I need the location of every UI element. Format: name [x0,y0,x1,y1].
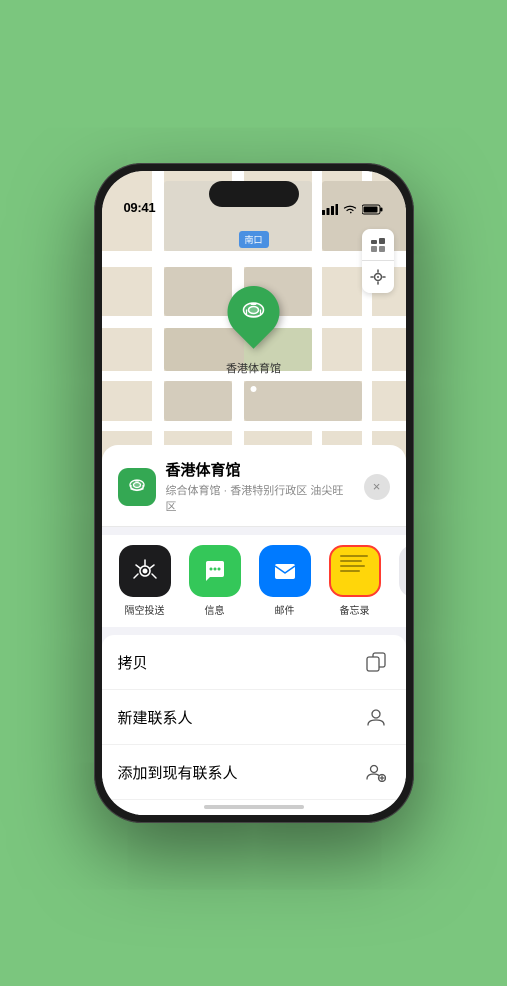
add-contact-icon [362,758,390,786]
phone-frame: 09:41 [94,163,414,823]
map-type-button[interactable] [362,229,394,261]
location-name: 香港体育馆 [166,459,354,480]
map-entrance-label: 南口 [238,231,268,248]
share-item-notes[interactable]: 备忘录 [324,545,386,617]
share-row: 隔空投送 信息 [102,535,406,627]
notes-label: 备忘录 [340,602,370,617]
location-subtitle: 综合体育馆 · 香港特别行政区 油尖旺区 [166,482,354,514]
status-icons [322,204,384,215]
action-add-contact[interactable]: 添加到现有联系人 [102,745,406,800]
airdrop-icon [119,545,171,597]
share-item-airdrop[interactable]: 隔空投送 [114,545,176,617]
phone-screen: 09:41 [102,171,406,815]
share-item-mail[interactable]: 邮件 [254,545,316,617]
action-copy[interactable]: 拷贝 [102,635,406,690]
action-new-contact[interactable]: 新建联系人 [102,690,406,745]
signal-icon [322,204,338,215]
map-controls [362,229,394,293]
copy-icon [362,648,390,676]
new-contact-label: 新建联系人 [118,707,193,728]
quick-note-icon [362,813,390,815]
add-contact-label: 添加到现有联系人 [118,762,238,783]
close-button[interactable]: × [364,474,390,500]
copy-label: 拷贝 [118,652,148,673]
home-indicator [204,805,304,809]
location-button[interactable] [362,261,394,293]
wifi-icon [343,204,357,215]
share-item-more[interactable]: 提 [394,545,406,617]
battery-icon [362,204,384,215]
location-card: 香港体育馆 综合体育馆 · 香港特别行政区 油尖旺区 × [102,445,406,527]
location-thumbnail [118,468,156,506]
dynamic-island [209,181,299,207]
location-pin: 香港体育馆 [226,286,281,376]
action-rows: 拷贝 新建联系人 [102,635,406,815]
pin-label: 香港体育馆 [226,360,281,376]
notes-icon [329,545,381,597]
location-info: 香港体育馆 综合体育馆 · 香港特别行政区 油尖旺区 [166,459,354,514]
mail-icon [259,545,311,597]
share-item-messages[interactable]: 信息 [184,545,246,617]
mail-label: 邮件 [275,602,295,617]
status-time: 09:41 [124,200,156,215]
airdrop-label: 隔空投送 [125,602,165,617]
more-icon [399,545,406,597]
messages-icon [189,545,241,597]
new-contact-icon [362,703,390,731]
messages-label: 信息 [205,602,225,617]
bottom-sheet: 香港体育馆 综合体育馆 · 香港特别行政区 油尖旺区 × [102,445,406,815]
